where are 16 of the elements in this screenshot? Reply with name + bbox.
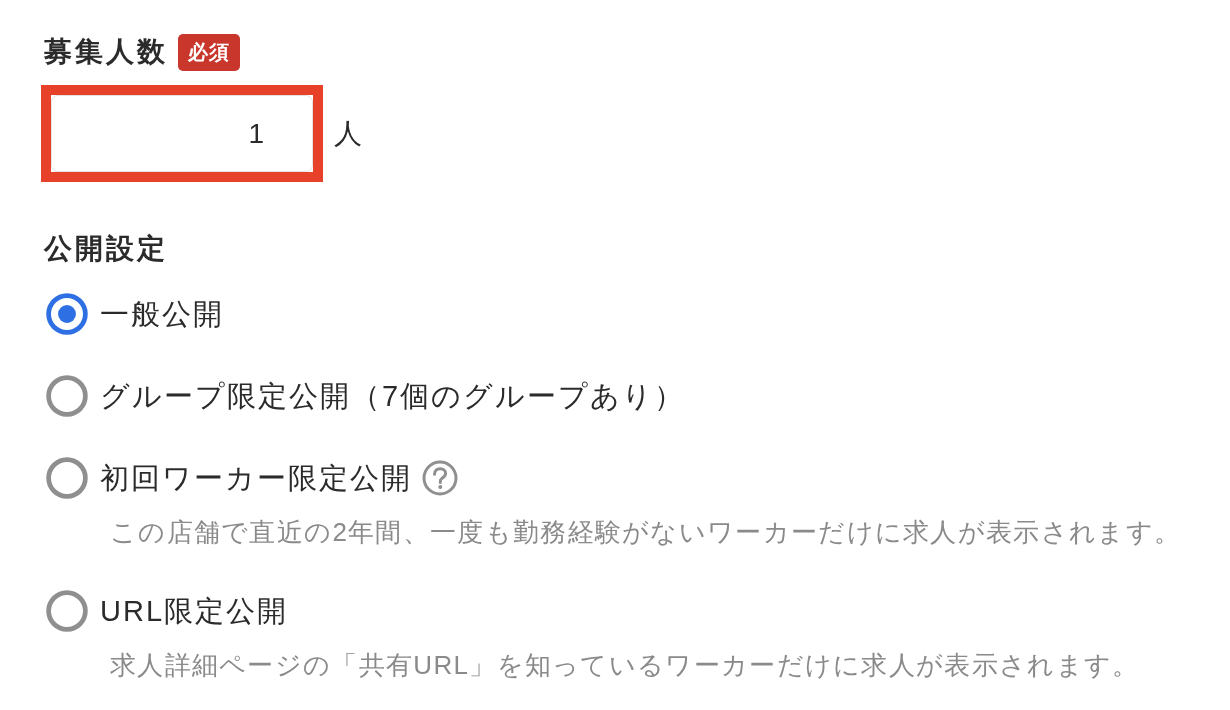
radio-unselected[interactable] [46,590,88,632]
radio-label[interactable]: 一般公開 [100,294,224,334]
required-badge: 必須 [178,33,240,71]
radio-label[interactable]: URL限定公開 [100,591,288,631]
radio-label[interactable]: 初回ワーカー限定公開 [100,458,412,498]
radio-label[interactable]: グループ限定公開（7個のグループあり） [100,376,686,416]
radio-selected[interactable] [46,293,88,335]
option-description: 求人詳細ページの「共有URL」を知っているワーカーだけに求人が表示されます。 [110,649,1140,682]
unit-label: 人 [334,116,362,151]
number-input[interactable]: 1 [51,95,313,172]
help-icon[interactable] [422,460,458,496]
radio-unselected[interactable] [46,457,88,499]
option-description: この店舗で直近の2年間、一度も勤務経験がないワーカーだけに求人が表示されます。 [110,516,1182,549]
section-heading: 公開設定 [42,232,168,266]
field-label: 募集人数 [43,35,168,69]
radio-unselected[interactable] [46,375,88,417]
